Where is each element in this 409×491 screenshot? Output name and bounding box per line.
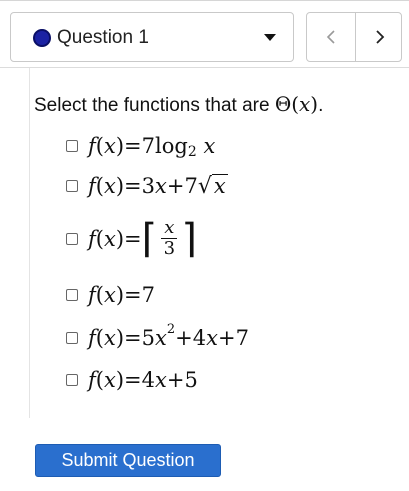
option-4[interactable]: f(x) = 7 [66, 277, 155, 313]
option-checkbox[interactable] [66, 289, 78, 301]
option-checkbox[interactable] [66, 233, 78, 245]
previous-question-button[interactable] [307, 13, 354, 61]
chevron-right-icon [375, 30, 384, 44]
question-selector[interactable]: Question 1 [10, 12, 294, 62]
question-status-dot [33, 29, 51, 47]
question-nav [306, 12, 402, 62]
submit-question-button[interactable]: Submit Question [35, 444, 221, 477]
content-border [29, 68, 30, 418]
chevron-left-icon [326, 30, 335, 44]
option-checkbox[interactable] [66, 180, 78, 192]
question-prompt: Select the functions that are Θ(𝑥). [34, 92, 323, 117]
option-checkbox[interactable] [66, 140, 78, 152]
option-2[interactable]: f(x) = 3x + 7 √ x [66, 168, 228, 204]
option-checkbox[interactable] [66, 332, 78, 344]
option-3[interactable]: f(x) = ⌈ x 3 ⌉ [66, 216, 198, 262]
prompt-text: Select the functions that are [34, 95, 275, 116]
next-question-button[interactable] [355, 13, 403, 61]
option-5[interactable]: f(x) = 5x2 + 4x + 7 [66, 320, 249, 356]
option-5-expression: f(x) = 5x2 + 4x + 7 [88, 321, 249, 351]
header-divider [0, 67, 409, 68]
option-3-expression: f(x) = ⌈ x 3 ⌉ [88, 216, 198, 262]
top-border [0, 0, 409, 1]
option-6-expression: f(x) = 4x + 5 [88, 368, 198, 392]
option-4-expression: f(x) = 7 [88, 283, 156, 307]
option-2-expression: f(x) = 3x + 7 √ x [88, 173, 228, 200]
option-1-expression: f(x) = 7 log 2 x [88, 134, 216, 160]
question-selector-label: Question 1 [57, 27, 149, 48]
prompt-end: . [318, 95, 324, 116]
option-checkbox[interactable] [66, 374, 78, 386]
option-1[interactable]: f(x) = 7 log 2 x [66, 128, 215, 164]
prompt-math: Θ(𝑥) [274, 92, 319, 116]
option-6[interactable]: f(x) = 4x + 5 [66, 362, 198, 398]
dropdown-arrow-icon [264, 34, 276, 41]
